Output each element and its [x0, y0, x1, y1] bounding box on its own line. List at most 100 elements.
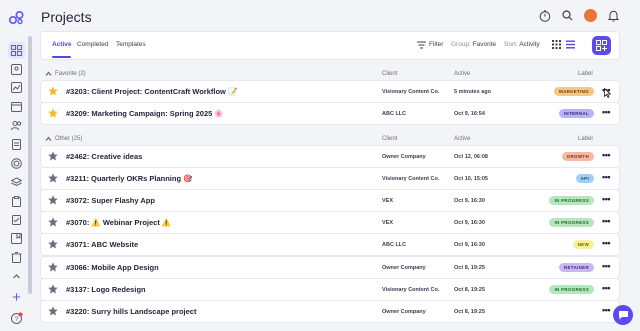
- status-badge[interactable]: NEW: [572, 240, 594, 249]
- sidebar-item-stack[interactable]: [8, 174, 25, 191]
- favorite-star-icon[interactable]: [48, 151, 58, 161]
- search-icon[interactable]: [561, 9, 574, 22]
- more-options-icon[interactable]: •••: [602, 306, 610, 315]
- project-title: #3137: Logo Redesign: [66, 285, 146, 294]
- project-row[interactable]: #3137: Logo Redesign Visionary Content Co…: [41, 279, 619, 300]
- project-row[interactable]: #3066: Mobile App Design Owner Company Oct…: [41, 257, 619, 278]
- column-header-active: Active: [454, 136, 471, 142]
- project-row[interactable]: #3203: Client Project: ContentCraft Work…: [41, 81, 619, 102]
- group-name: Other (25): [55, 136, 83, 142]
- project-client: VEX: [382, 220, 394, 226]
- project-title: #2462: Creative ideas: [66, 152, 143, 161]
- project-client: VEX: [382, 198, 394, 204]
- sidebar-item-dashboard[interactable]: [8, 42, 25, 59]
- sidebar-item-goals[interactable]: [8, 155, 25, 172]
- grid-view-icon[interactable]: [552, 40, 561, 49]
- sidebar-item-archive[interactable]: [8, 249, 25, 266]
- status-badge[interactable]: IN PROGRESS: [549, 218, 594, 227]
- bookmark-icon: [11, 233, 22, 244]
- add-project-button[interactable]: [592, 36, 611, 55]
- project-client: Visionary Content Co.: [382, 176, 440, 182]
- sidebar-item-clipboard[interactable]: [8, 193, 25, 210]
- filter-icon: [417, 41, 426, 49]
- page-title: Projects: [41, 9, 92, 25]
- filter-button[interactable]: Filter: [429, 41, 443, 48]
- status-badge[interactable]: MARKETING: [554, 87, 594, 96]
- favorite-star-icon[interactable]: [48, 217, 58, 227]
- status-badge[interactable]: API: [575, 174, 594, 183]
- chat-button[interactable]: [613, 305, 633, 325]
- active-tab-indicator: [52, 56, 71, 58]
- dashboard-icon: [11, 45, 22, 56]
- project-row[interactable]: #3070: ⚠️ Webinar Project ⚠️ VEX Oct 9, 16…: [41, 212, 619, 233]
- project-last-active: Oct 9, 16:30: [454, 198, 485, 204]
- sort-selector[interactable]: Sort: Activity: [504, 41, 540, 48]
- more-options-icon[interactable]: •••: [602, 217, 610, 226]
- sidebar-item-documents[interactable]: [8, 136, 25, 153]
- project-last-active: Oct 9, 16:54: [454, 111, 485, 117]
- tab-completed[interactable]: Completed: [77, 41, 108, 48]
- favorite-star-icon[interactable]: [48, 284, 58, 294]
- favorite-star-icon[interactable]: [48, 239, 58, 249]
- project-row[interactable]: #3071: ABC Website ABC LLC Oct 9, 16:30 NEW…: [41, 234, 619, 255]
- status-badge[interactable]: RETAINER: [558, 263, 594, 272]
- sidebar-scrollbar[interactable]: [28, 36, 32, 294]
- stack-icon: [11, 177, 22, 187]
- sidebar-item-chart[interactable]: [8, 79, 25, 96]
- chat-icon: [618, 311, 628, 320]
- header-actions: [538, 9, 620, 22]
- bell-icon[interactable]: [607, 9, 620, 22]
- group-selector[interactable]: Group: Favorite: [451, 41, 496, 48]
- project-last-active: Oct 8, 19:25: [454, 265, 485, 271]
- favorite-star-icon[interactable]: [48, 86, 58, 96]
- favorite-star-icon[interactable]: [48, 173, 58, 183]
- project-row[interactable]: #3072: Super Flashy App VEX Oct 9, 16:30 IN…: [41, 190, 619, 211]
- sidebar-item-checklist[interactable]: [8, 211, 25, 228]
- project-last-active: Oct 9, 16:30: [454, 242, 485, 248]
- project-last-active: Oct 9, 16:30: [454, 220, 485, 226]
- project-client: ABC LLC: [382, 242, 407, 248]
- group-prefix: Group:: [451, 41, 471, 48]
- project-row[interactable]: #3209: Marketing Campaign: Spring 2025 🌸…: [41, 103, 619, 124]
- app-logo-icon[interactable]: [8, 9, 25, 26]
- project-row[interactable]: #3211: Quarterly OKRs Planning 🎯 Visionar…: [41, 168, 619, 189]
- project-last-active: Oct 8, 19:25: [454, 309, 485, 315]
- group-header[interactable]: Favorite (2) Client Active Label: [41, 69, 619, 81]
- project-last-active: Oct 10, 15:05: [454, 176, 488, 182]
- avatar[interactable]: [584, 9, 597, 22]
- project-row[interactable]: #2462: Creative ideas Owner Company Oct 12…: [41, 146, 619, 167]
- group-header[interactable]: Other (25) Client Active Label: [41, 134, 619, 146]
- project-row[interactable]: #3220: Surry hills Landscape project Owne…: [41, 301, 619, 322]
- toolbar: Active Completed Templates Filter Group:…: [41, 32, 619, 59]
- tab-active[interactable]: Active: [52, 41, 72, 48]
- more-options-icon[interactable]: •••: [602, 173, 610, 182]
- add-icon[interactable]: +: [8, 289, 25, 306]
- favorite-star-icon[interactable]: [48, 262, 58, 272]
- more-options-icon[interactable]: •••: [602, 151, 610, 160]
- favorite-star-icon[interactable]: [48, 306, 58, 316]
- timer-icon[interactable]: [538, 9, 551, 22]
- sidebar-item-calendar[interactable]: [8, 98, 25, 115]
- column-header-client: Client: [382, 71, 398, 77]
- sidebar-item-bookmark[interactable]: [8, 230, 25, 247]
- more-options-icon[interactable]: •••: [602, 262, 610, 271]
- status-badge[interactable]: INTERNAL: [558, 109, 594, 118]
- sidebar-item-contacts[interactable]: [8, 61, 25, 78]
- status-badge[interactable]: GROWTH: [561, 152, 594, 161]
- more-options-icon[interactable]: •••: [602, 195, 610, 204]
- archive-icon: [11, 252, 22, 263]
- sidebar-item-people[interactable]: [8, 117, 25, 134]
- tab-templates[interactable]: Templates: [116, 41, 146, 48]
- favorite-star-icon[interactable]: [48, 108, 58, 118]
- project-title: #3072: Super Flashy App: [66, 196, 155, 205]
- status-badge[interactable]: IN PROGRESS: [549, 196, 594, 205]
- list-view-icon[interactable]: [566, 40, 575, 49]
- help-icon[interactable]: ?: [8, 310, 25, 327]
- more-options-icon[interactable]: •••: [602, 284, 610, 293]
- more-options-icon[interactable]: •••: [602, 108, 610, 117]
- favorite-star-icon[interactable]: [48, 195, 58, 205]
- more-options-icon[interactable]: •••: [602, 239, 610, 248]
- status-badge[interactable]: IN PROGRESS: [549, 285, 594, 294]
- target-icon: [11, 158, 22, 169]
- sidebar-collapse[interactable]: [8, 268, 25, 285]
